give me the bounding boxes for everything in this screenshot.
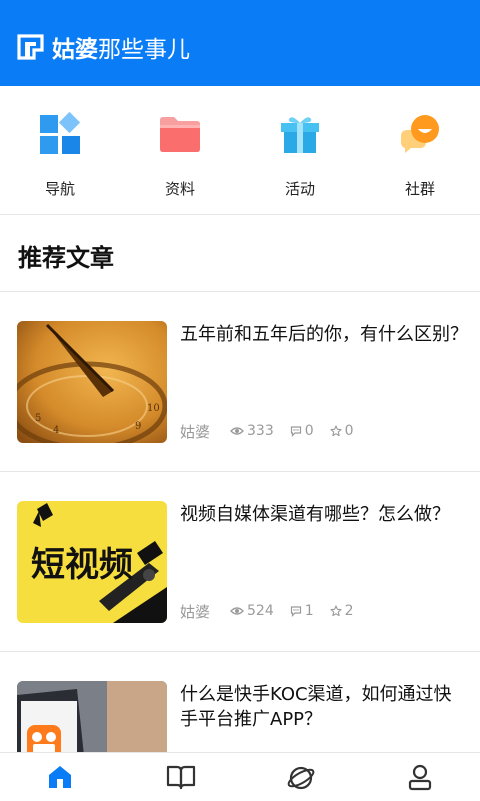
- comment-count-value: 0: [304, 423, 314, 439]
- star-count: 0: [330, 423, 354, 439]
- eye-icon: [230, 607, 244, 615]
- quick-nav-label: 社群: [404, 180, 435, 198]
- article-card[interactable]: 5 4 9 10 五年前和五年后的你，有什么区别？ 姑婆 333 0 0: [0, 292, 480, 470]
- view-count: 333: [230, 423, 274, 439]
- comment-count-value: 1: [304, 603, 314, 619]
- app-header: 姑婆那些事儿: [0, 0, 480, 86]
- comment-icon: [290, 426, 301, 437]
- comment-count: 0: [290, 423, 314, 439]
- article-card[interactable]: 什么是快手KOC渠道，如何通过快手平台推广APP？: [0, 652, 480, 752]
- thumbnail-caption: 短视频: [31, 545, 133, 585]
- view-count: 524: [230, 603, 274, 619]
- article-author: 姑婆: [180, 602, 211, 621]
- svg-text:10: 10: [147, 403, 160, 414]
- quick-nav-item-activities[interactable]: 活动: [240, 86, 360, 214]
- svg-text:5: 5: [35, 413, 41, 424]
- star-count-value: 0: [344, 423, 354, 439]
- star-count-value: 2: [344, 603, 354, 619]
- article-thumbnail-short-video: 短视频: [17, 501, 167, 623]
- quick-nav-label: 资料: [164, 180, 195, 198]
- quick-nav-item-community[interactable]: 社群: [360, 86, 480, 214]
- quick-nav: 导航 资料 活动 社群: [0, 86, 480, 215]
- user-icon: [408, 764, 432, 791]
- home-icon: [49, 766, 71, 788]
- quick-nav-label: 活动: [284, 180, 315, 198]
- article-meta: 姑婆 333 0 0: [180, 421, 370, 441]
- comment-count: 1: [290, 603, 314, 619]
- eye-icon: [230, 427, 244, 435]
- book-icon: [166, 765, 196, 790]
- svg-text:9: 9: [135, 421, 141, 432]
- star-icon: [330, 425, 342, 437]
- logo-text-rest: 那些事儿: [98, 37, 190, 63]
- tab-profile[interactable]: [360, 753, 480, 801]
- tab-articles[interactable]: [120, 753, 240, 801]
- svg-text:4: 4: [53, 425, 59, 436]
- article-author: 姑婆: [180, 422, 211, 441]
- logo-text: 姑婆那些事儿: [52, 30, 190, 64]
- star-icon: [330, 605, 342, 617]
- article-card[interactable]: 短视频 视频自媒体渠道有哪些？怎么做？ 姑婆 524 1 2: [0, 472, 480, 650]
- quick-nav-item-materials[interactable]: 资料: [120, 86, 240, 214]
- logo-mark-icon: [17, 34, 44, 60]
- planet-icon: [287, 766, 315, 790]
- view-count-value: 333: [247, 423, 274, 439]
- article-title: 五年前和五年后的你，有什么区别？: [180, 324, 468, 345]
- star-count: 2: [330, 603, 354, 619]
- app-logo[interactable]: 姑婆那些事儿: [16, 30, 190, 64]
- article-thumbnail-sundial: 5 4 9 10: [17, 321, 167, 443]
- tab-discover[interactable]: [240, 753, 360, 801]
- logo-text-bold: 姑婆: [52, 37, 98, 63]
- quick-nav-item-navigation[interactable]: 导航: [0, 86, 120, 214]
- view-count-value: 524: [247, 603, 274, 619]
- grid-blocks-icon: [40, 112, 81, 154]
- article-title: 什么是快手KOC渠道，如何通过快手平台推广APP？: [180, 684, 452, 730]
- comment-icon: [290, 606, 301, 617]
- article-title: 视频自媒体渠道有哪些？怎么做？: [180, 504, 450, 525]
- gift-icon: [281, 117, 319, 153]
- folder-icon: [160, 117, 200, 152]
- article-meta: 姑婆 524 1 2: [180, 601, 370, 621]
- article-thumbnail-kuaishou: [17, 681, 167, 752]
- bottom-tab-bar: [0, 752, 480, 801]
- quick-nav-label: 导航: [44, 180, 75, 198]
- chat-bubbles-icon: [401, 115, 439, 153]
- section-title: 推荐文章: [18, 244, 114, 272]
- tab-home[interactable]: [0, 753, 120, 801]
